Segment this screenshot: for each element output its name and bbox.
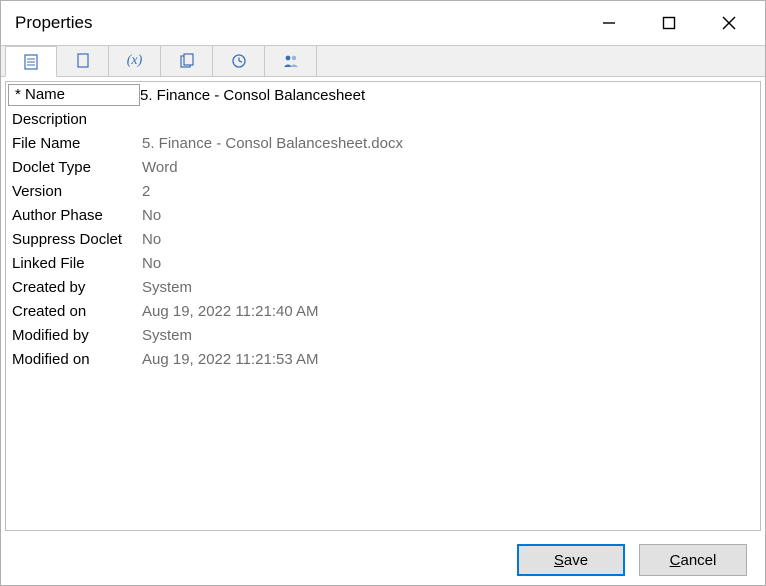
properties-sheet-icon [23,54,39,70]
tab-bar: (x) [1,45,765,77]
value-name[interactable]: 5. Finance - Consol Balancesheet [140,84,760,108]
row-doclet-type: Doclet Type Word [6,156,760,180]
window-controls [589,1,765,45]
value-version: 2 [142,180,760,204]
tab-properties[interactable] [5,46,57,77]
value-description[interactable] [142,108,760,132]
clock-icon [231,53,247,69]
window-title: Properties [15,13,92,33]
value-modified-on: Aug 19, 2022 11:21:53 AM [142,348,760,372]
label-created-on: Created on [6,300,142,324]
cancel-button[interactable]: Cancel [639,544,747,576]
tab-variables[interactable]: (x) [109,46,161,76]
button-bar: Save Cancel [1,535,765,585]
value-suppress-doclet: No [142,228,760,252]
label-linked-file: Linked File [6,252,142,276]
row-linked-file: Linked File No [6,252,760,276]
maximize-button[interactable] [649,3,689,43]
value-file-name: 5. Finance - Consol Balancesheet.docx [142,132,760,156]
property-grid: * Name 5. Finance - Consol Balancesheet … [5,81,761,531]
row-file-name: File Name 5. Finance - Consol Balanceshe… [6,132,760,156]
label-doclet-type: Doclet Type [6,156,142,180]
row-version: Version 2 [6,180,760,204]
row-author-phase: Author Phase No [6,204,760,228]
titlebar: Properties [1,1,765,45]
close-button[interactable] [709,3,749,43]
value-linked-file: No [142,252,760,276]
minimize-icon [602,16,616,30]
people-icon [282,53,300,69]
tab-attributes[interactable] [161,46,213,76]
tab-embedded[interactable] [57,46,109,76]
label-suppress-doclet: Suppress Doclet [6,228,142,252]
value-created-by: System [142,276,760,300]
save-button-label: Save [554,552,588,569]
maximize-icon [662,16,676,30]
copy-sheet-icon [179,53,195,69]
row-suppress-doclet: Suppress Doclet No [6,228,760,252]
row-name: * Name 5. Finance - Consol Balancesheet [6,84,760,108]
row-description: Description [6,108,760,132]
label-author-phase: Author Phase [6,204,142,228]
label-description: Description [6,108,142,132]
label-name: * Name [8,84,140,106]
cancel-button-label: Cancel [670,552,717,569]
row-modified-on: Modified on Aug 19, 2022 11:21:53 AM [6,348,760,372]
value-modified-by: System [142,324,760,348]
value-doclet-type: Word [142,156,760,180]
value-author-phase: No [142,204,760,228]
properties-dialog: Properties [0,0,766,586]
close-icon [722,16,736,30]
tab-actors[interactable] [265,46,317,76]
label-modified-on: Modified on [6,348,142,372]
tab-history[interactable] [213,46,265,76]
label-version: Version [6,180,142,204]
label-modified-by: Modified by [6,324,142,348]
variable-x-icon: (x) [127,53,143,69]
row-modified-by: Modified by System [6,324,760,348]
row-created-on: Created on Aug 19, 2022 11:21:40 AM [6,300,760,324]
label-created-by: Created by [6,276,142,300]
label-file-name: File Name [6,132,142,156]
save-button[interactable]: Save [517,544,625,576]
minimize-button[interactable] [589,3,629,43]
page-link-icon [75,53,91,69]
row-created-by: Created by System [6,276,760,300]
value-created-on: Aug 19, 2022 11:21:40 AM [142,300,760,324]
